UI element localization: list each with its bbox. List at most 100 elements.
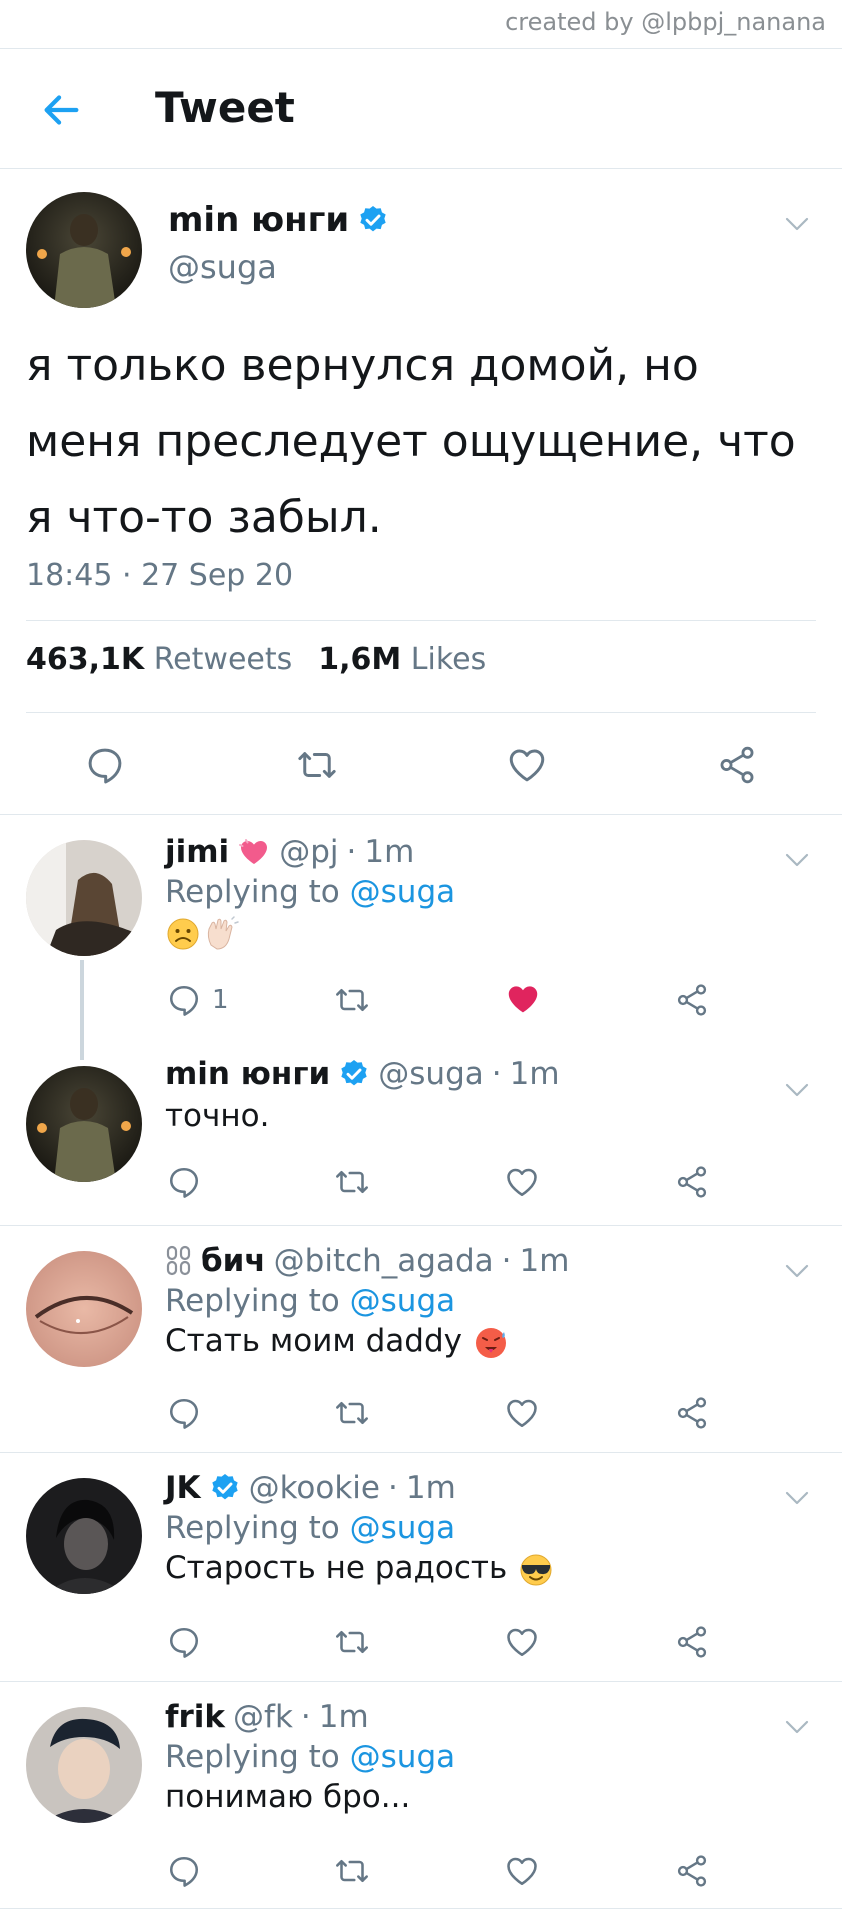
mention-link[interactable]: @suga [350, 1510, 455, 1546]
reply-tweet[interactable]: min юнги @suga · 1m точно. [0, 1046, 842, 1226]
like-icon[interactable] [504, 1624, 540, 1660]
replying-to: Replying to @suga [165, 1283, 456, 1319]
reply-text: понимаю бро... [165, 1779, 411, 1815]
meta-separator: · [346, 834, 357, 870]
author-name[interactable]: min юнги [168, 200, 389, 240]
tweet-timestamp: 18:45 · 27 Sep 20 [26, 558, 294, 593]
chevron-down-icon[interactable] [782, 850, 812, 870]
verified-badge-icon [209, 1472, 241, 1504]
chevron-down-icon[interactable] [782, 1261, 812, 1281]
replying-to: Replying to @suga [165, 1739, 456, 1775]
author-handle[interactable]: @suga [378, 1056, 483, 1092]
avatar[interactable] [26, 192, 142, 308]
reply-tweet[interactable]: jimi @pj · 1m Replying to @suga 1 [0, 816, 842, 1046]
author-handle[interactable]: @kookie [249, 1470, 380, 1506]
app-header: Tweet [0, 49, 842, 169]
retweet-icon[interactable] [334, 1853, 370, 1889]
reply-icon[interactable] [166, 1624, 202, 1660]
reply-time: 1m [318, 1699, 369, 1735]
divider [26, 620, 816, 621]
meta-separator: · [387, 1470, 398, 1506]
back-arrow-icon[interactable] [38, 87, 84, 133]
retweet-icon[interactable] [296, 744, 338, 786]
author-handle[interactable]: @pj [279, 834, 338, 870]
retweet-icon[interactable] [334, 1164, 370, 1200]
mention-link[interactable]: @suga [350, 1283, 455, 1319]
main-tweet: min юнги @suga я только вернулся домой, … [0, 170, 842, 815]
chevron-down-icon[interactable] [782, 1080, 812, 1100]
meta-separator: · [501, 1243, 512, 1279]
sparkling-heart-icon [239, 839, 268, 864]
retweet-icon[interactable] [334, 1624, 370, 1660]
replying-to: Replying to @suga [165, 874, 456, 910]
meta-separator: · [491, 1056, 502, 1092]
reply-tweet[interactable]: бич @bitch_agada · 1m Replying to @suga … [0, 1227, 842, 1453]
reply-time: 1m [364, 834, 415, 870]
share-icon[interactable] [674, 1164, 710, 1200]
reply-button[interactable]: 1 [166, 982, 229, 1018]
author-handle[interactable]: @suga [168, 248, 277, 286]
chains-icon [166, 1245, 191, 1276]
watermark-credit: created by @lpbpj_nanana [505, 8, 826, 36]
verified-badge-icon [357, 204, 389, 236]
reply-time: 1m [509, 1056, 560, 1092]
reply-icon[interactable] [166, 1853, 202, 1889]
avatar[interactable] [26, 1707, 142, 1823]
like-icon[interactable] [504, 1395, 540, 1431]
mention-link[interactable]: @suga [350, 874, 455, 910]
retweets-stat[interactable]: 463,1K Retweets [26, 642, 292, 677]
reply-time: 1m [519, 1243, 570, 1279]
hot-face-emoji-icon [475, 1327, 506, 1358]
author-handle[interactable]: @fk [233, 1699, 293, 1735]
author-handle[interactable]: @bitch_agada [274, 1243, 494, 1279]
reply-text [165, 914, 239, 953]
chevron-down-icon[interactable] [782, 214, 812, 234]
author-name[interactable]: frik [165, 1699, 225, 1735]
like-icon[interactable] [504, 1164, 540, 1200]
page-title: Tweet [155, 83, 295, 132]
reply-text: Стать моим daddy [165, 1323, 510, 1362]
share-icon[interactable] [674, 982, 710, 1018]
like-icon[interactable] [504, 1853, 540, 1889]
reply-icon[interactable] [166, 1164, 202, 1200]
tweet-stats: 463,1K Retweets 1,6M Likes [26, 642, 486, 677]
tweet-actions [0, 730, 842, 800]
reply-icon[interactable] [84, 744, 126, 786]
avatar[interactable] [26, 1478, 142, 1594]
like-icon-filled[interactable] [504, 980, 542, 1018]
share-icon[interactable] [674, 1624, 710, 1660]
retweet-icon[interactable] [334, 982, 370, 1018]
like-icon[interactable] [506, 744, 548, 786]
author-name[interactable]: min юнги [165, 1056, 330, 1092]
share-icon[interactable] [674, 1395, 710, 1431]
avatar[interactable] [26, 840, 142, 956]
replying-to: Replying to @suga [165, 1510, 456, 1546]
mention-link[interactable]: @suga [350, 1739, 455, 1775]
author-name[interactable]: jimi [165, 834, 229, 870]
chevron-down-icon[interactable] [782, 1488, 812, 1508]
tweet-text: я только вернулся домой, но меня преслед… [26, 340, 796, 543]
share-icon[interactable] [674, 1853, 710, 1889]
reply-count: 1 [212, 985, 229, 1015]
reply-text: точно. [165, 1098, 270, 1134]
avatar[interactable] [26, 1251, 142, 1367]
author-name[interactable]: JK [165, 1470, 201, 1506]
reply-tweet[interactable]: frik @fk · 1m Replying to @suga понимаю … [0, 1683, 842, 1909]
reply-icon [166, 982, 202, 1018]
meta-separator: · [300, 1699, 311, 1735]
reply-tweet[interactable]: JK @kookie · 1m Replying to @suga Старос… [0, 1454, 842, 1682]
avatar[interactable] [26, 1066, 142, 1182]
sunglasses-emoji-icon [520, 1554, 552, 1585]
reply-time: 1m [405, 1470, 456, 1506]
author-name[interactable]: бич [201, 1243, 266, 1279]
divider [26, 712, 816, 713]
frowning-face-emoji-icon [167, 918, 199, 949]
chevron-down-icon[interactable] [782, 1717, 812, 1737]
verified-badge-icon [338, 1058, 370, 1090]
reply-icon[interactable] [166, 1395, 202, 1431]
reply-text: Старость не радость [165, 1550, 555, 1589]
waving-hand-emoji-icon [207, 915, 239, 950]
share-icon[interactable] [716, 744, 758, 786]
retweet-icon[interactable] [334, 1395, 370, 1431]
likes-stat[interactable]: 1,6M Likes [318, 642, 486, 677]
